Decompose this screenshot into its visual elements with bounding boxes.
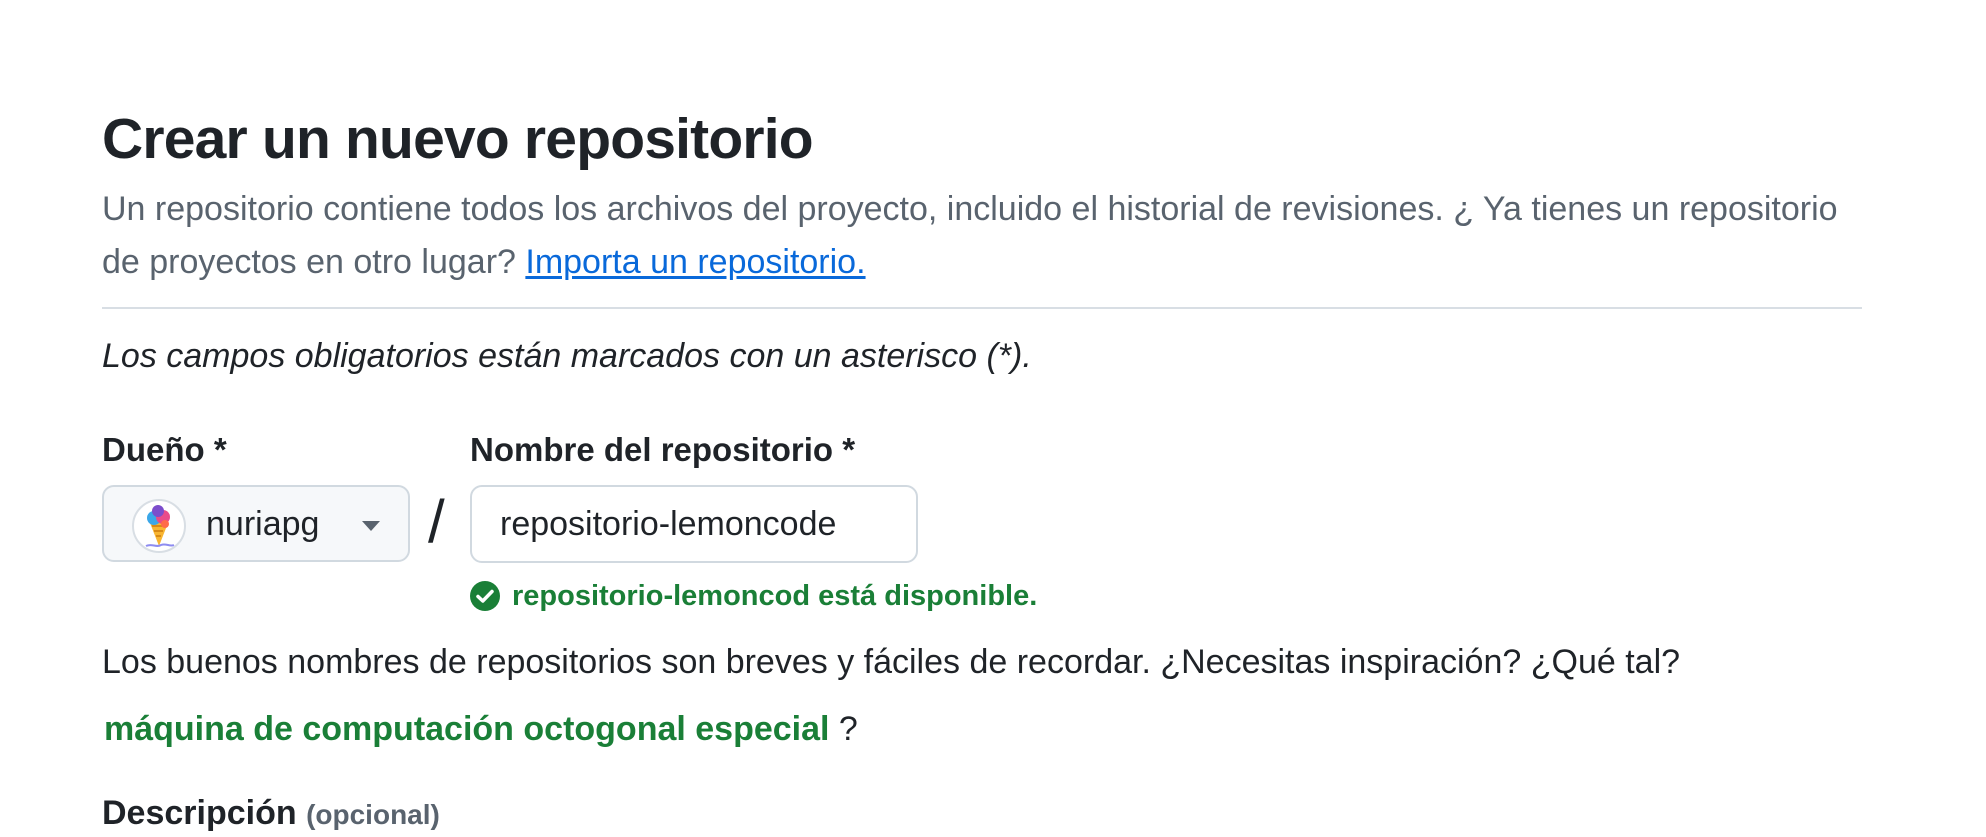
ice-cream-avatar-icon (132, 499, 186, 553)
optional-label: (opcional) (306, 799, 440, 830)
repository-availability-message: repositorio-lemoncod está disponible. (470, 576, 1037, 616)
repository-name-input[interactable] (470, 485, 918, 563)
intro-text: Un repositorio contiene todos los archiv… (102, 190, 1838, 281)
repository-name-hint: Los buenos nombres de repositorios son b… (102, 643, 1681, 681)
caret-down-icon (362, 521, 380, 531)
section-divider (102, 307, 1862, 309)
suggestion-question-mark: ? (829, 710, 858, 748)
suggested-repository-name[interactable]: máquina de computación octogonal especia… (104, 710, 829, 748)
owner-label: Dueño * (102, 431, 227, 468)
description-title: Descripción (102, 794, 297, 832)
description-label: Descripción (opcional) (102, 791, 440, 837)
owner-repository-separator: / (428, 488, 445, 555)
repository-name-label: Nombre del repositorio * (470, 431, 856, 468)
availability-text: repositorio-lemoncod está disponible. (512, 580, 1038, 612)
import-repository-link[interactable]: Importa un repositorio. (525, 243, 865, 281)
check-circle-icon (470, 581, 500, 611)
owner-name: nuriapg (206, 505, 320, 543)
repository-name-suggestion: máquina de computación octogonal especia… (104, 704, 858, 754)
required-fields-note: Los campos obligatorios están marcados c… (102, 337, 1032, 375)
page-description: Un repositorio contiene todos los archiv… (102, 183, 1882, 289)
page-title: Crear un nuevo repositorio (102, 107, 814, 171)
owner-selector[interactable]: nuriapg (102, 485, 410, 562)
